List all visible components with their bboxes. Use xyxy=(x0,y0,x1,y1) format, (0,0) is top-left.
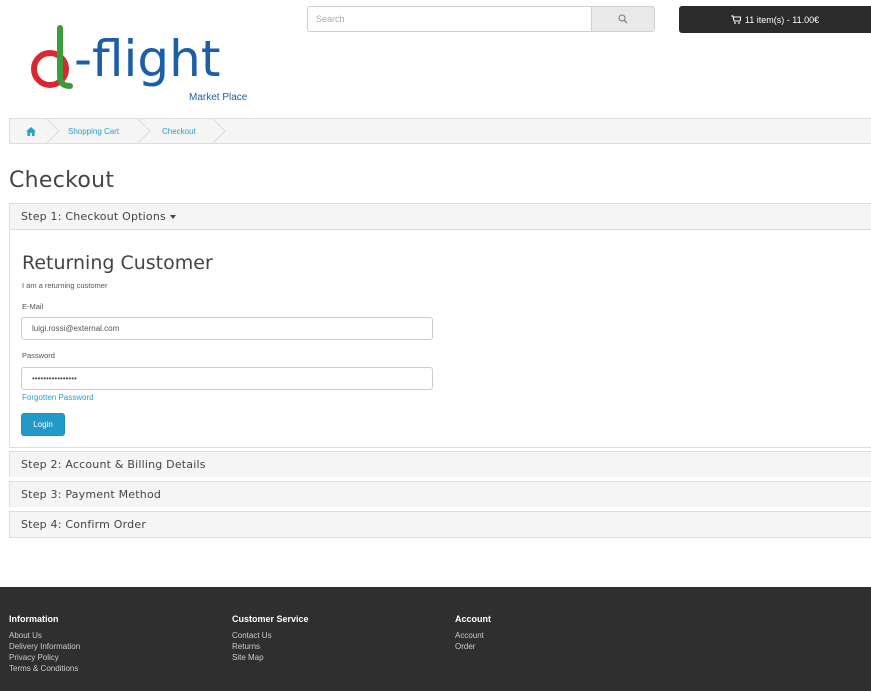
footer: Information About Us Delivery Informatio… xyxy=(0,587,871,691)
breadcrumb-separator xyxy=(212,119,226,143)
d-flight-logo[interactable]: -flight Market Place xyxy=(30,24,280,104)
footer-link-delivery-information[interactable]: Delivery Information xyxy=(9,641,80,652)
search-input[interactable] xyxy=(307,6,591,32)
step4-heading[interactable]: Step 4: Confirm Order xyxy=(10,512,871,537)
footer-link-terms-conditions[interactable]: Terms & Conditions xyxy=(9,663,80,674)
footer-link-account[interactable]: Account xyxy=(455,630,491,641)
footer-link-privacy-policy[interactable]: Privacy Policy xyxy=(9,652,80,663)
breadcrumb-shopping-cart[interactable]: Shopping Cart xyxy=(68,119,119,143)
caret-down-icon xyxy=(169,214,176,219)
cart-label: 11 item(s) - 11.00€ xyxy=(744,14,820,25)
footer-link-about-us[interactable]: About Us xyxy=(9,630,80,641)
step2-heading[interactable]: Step 2: Account & Billing Details xyxy=(10,452,871,477)
forgotten-password-link[interactable]: Forgotten Password xyxy=(22,393,94,402)
step3-heading[interactable]: Step 3: Payment Method xyxy=(10,482,871,507)
breadcrumb-separator xyxy=(137,119,151,143)
cart-button[interactable]: 11 item(s) - 11.00€ xyxy=(679,6,871,33)
home-icon xyxy=(26,126,36,136)
password-field[interactable] xyxy=(21,367,433,390)
logo-wordmark: -flight xyxy=(74,30,220,88)
step4-panel[interactable]: Step 4: Confirm Order xyxy=(9,511,871,538)
step1-heading[interactable]: Step 1: Checkout Options xyxy=(10,204,871,230)
footer-account: Account Account Order xyxy=(455,614,491,652)
footer-customer-service-title: Customer Service xyxy=(232,614,309,624)
footer-link-order[interactable]: Order xyxy=(455,641,491,652)
step1-label: Step 1: Checkout Options xyxy=(21,210,166,223)
email-label: E-Mail xyxy=(22,302,44,311)
breadcrumb-checkout[interactable]: Checkout xyxy=(162,119,196,143)
step2-panel[interactable]: Step 2: Account & Billing Details xyxy=(9,451,871,477)
email-field[interactable] xyxy=(21,317,433,340)
footer-account-title: Account xyxy=(455,614,491,624)
breadcrumb-separator xyxy=(46,119,60,143)
footer-information-title: Information xyxy=(9,614,59,624)
footer-customer-service: Customer Service Contact Us Returns Site… xyxy=(232,614,309,663)
search-button[interactable] xyxy=(591,6,655,32)
cart-icon xyxy=(730,15,741,24)
footer-link-returns[interactable]: Returns xyxy=(232,641,309,652)
search-icon xyxy=(618,14,628,24)
returning-customer-note: I am a returning customer xyxy=(22,281,108,290)
login-button[interactable]: Login xyxy=(21,413,65,436)
breadcrumb-home[interactable] xyxy=(26,119,36,143)
footer-link-site-map[interactable]: Site Map xyxy=(232,652,309,663)
breadcrumb: Shopping Cart Checkout xyxy=(9,118,871,144)
page-title: Checkout xyxy=(9,168,115,193)
footer-information: Information About Us Delivery Informatio… xyxy=(9,614,80,674)
logo-subtitle: Market Place xyxy=(189,92,248,103)
search-bar xyxy=(307,6,655,32)
returning-customer-title: Returning Customer xyxy=(22,252,213,274)
step3-panel[interactable]: Step 3: Payment Method xyxy=(9,481,871,507)
footer-link-contact-us[interactable]: Contact Us xyxy=(232,630,309,641)
password-label: Password xyxy=(22,351,55,360)
